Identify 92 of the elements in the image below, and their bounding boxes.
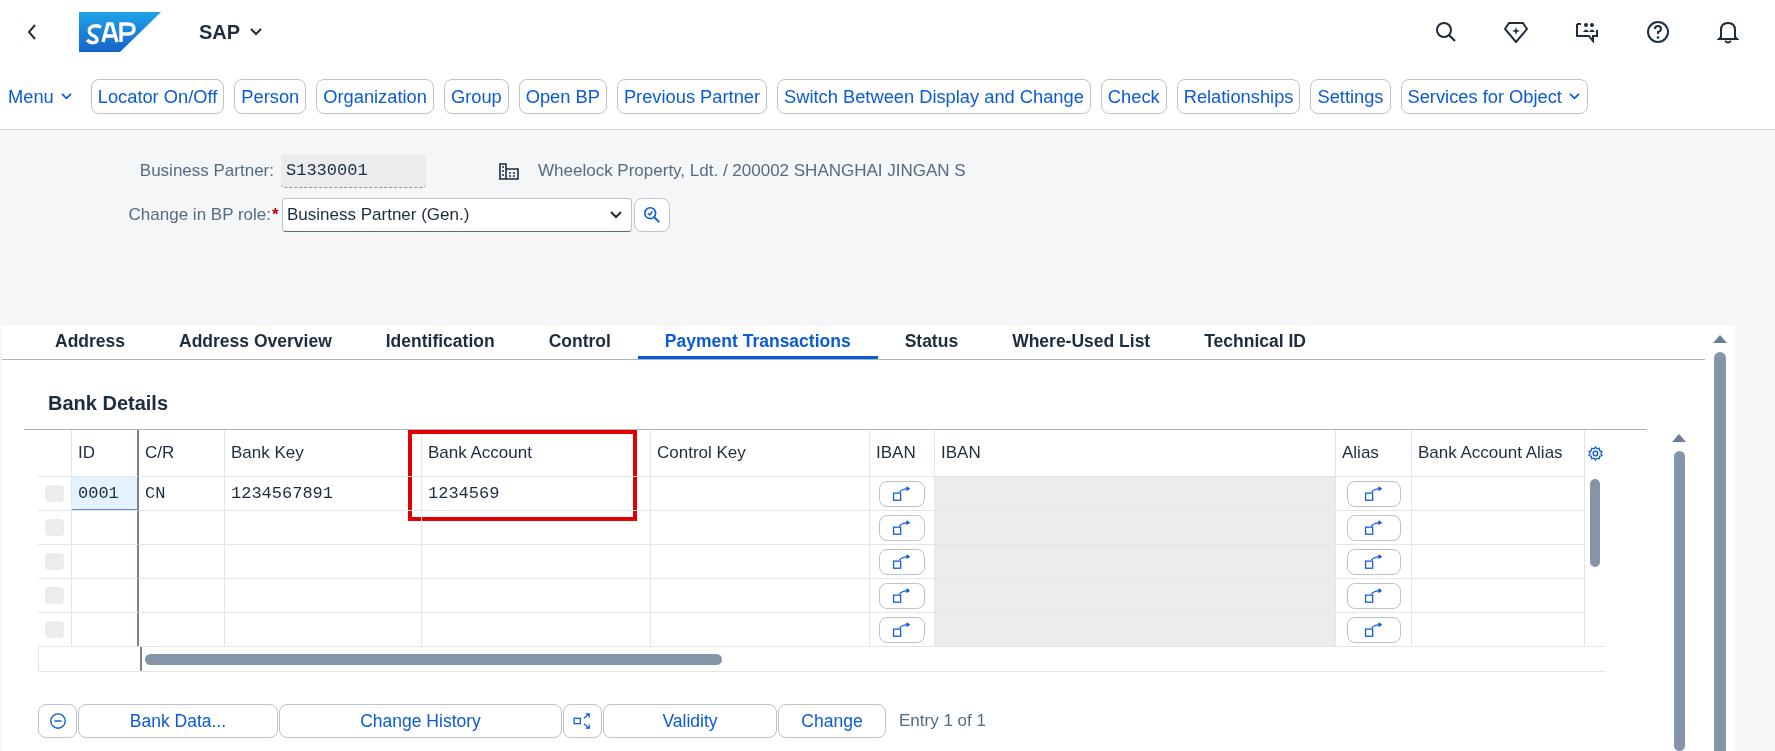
notification-bell-icon[interactable] [1717, 20, 1739, 44]
tab[interactable]: Address [28, 326, 153, 359]
role-dropdown[interactable]: Business Partner (Gen.) [282, 198, 632, 232]
table-cell[interactable] [72, 544, 139, 578]
app-title-menu[interactable]: SAP [199, 20, 264, 44]
expand-icon [572, 713, 593, 729]
tab[interactable]: Payment Transactions [637, 326, 878, 359]
back-icon[interactable] [26, 23, 38, 41]
toolbar-button[interactable]: Relationships [1176, 79, 1301, 114]
toolbar-button[interactable]: Switch Between Display and Change [777, 79, 1091, 114]
chevron-down-icon [609, 210, 623, 220]
navigate-icon [892, 485, 912, 502]
scroll-up-icon[interactable] [1672, 433, 1686, 443]
scrollbar-thumb[interactable] [1714, 352, 1726, 751]
toolbar-button[interactable]: Open BP [518, 79, 607, 114]
chevron-down-icon [1567, 92, 1581, 101]
table-cell: CN [139, 476, 225, 510]
scrollbar-thumb[interactable] [145, 653, 722, 665]
navigate-icon [1363, 519, 1384, 536]
navigate-icon [1363, 485, 1384, 502]
tab[interactable]: Technical ID [1177, 326, 1333, 359]
table-cell[interactable] [72, 612, 139, 646]
tab[interactable]: Where-Used List [985, 326, 1178, 359]
help-icon[interactable] [1646, 20, 1670, 44]
toolbar-button[interactable]: Group [443, 79, 509, 114]
iban-button[interactable] [879, 616, 925, 643]
search-icon[interactable] [1435, 21, 1457, 43]
toolbar-button[interactable]: Organization [316, 79, 434, 114]
footer-button[interactable]: Validity [603, 704, 777, 738]
iban-button[interactable] [879, 548, 925, 575]
tab[interactable]: Identification [358, 326, 522, 359]
scrollbar-thumb[interactable] [1590, 479, 1600, 567]
partner-description: Wheelock Property, Ldt. / 200002 SHANGHAI JINGAN S [538, 161, 966, 181]
table-cell: 1234569 [422, 476, 651, 510]
tab[interactable]: Status [877, 326, 986, 359]
expand-button[interactable] [563, 704, 602, 738]
business-partner-field[interactable]: S1330001 [281, 154, 426, 188]
table-cell[interactable]: 0001 [72, 476, 139, 510]
iban-button[interactable] [879, 582, 925, 609]
required-mark: * [271, 205, 280, 225]
footer-button[interactable]: Bank Data... [78, 704, 278, 738]
field-label: Change in BP role: [127, 205, 271, 225]
search-button[interactable] [634, 198, 670, 232]
alias-button[interactable] [1346, 582, 1401, 609]
search-icon [643, 206, 661, 224]
collapse-button[interactable] [38, 704, 77, 738]
chevron-down-icon [59, 92, 73, 101]
column-header: Bank Account Alias [1412, 430, 1585, 476]
logo-icon[interactable] [79, 12, 161, 52]
navigate-icon [1363, 621, 1384, 638]
alias-button[interactable] [1346, 548, 1401, 575]
diamond-sparkle-icon[interactable] [1504, 21, 1528, 43]
footer-button[interactable]: Change [778, 704, 886, 738]
column-header: C/R [139, 430, 225, 476]
toolbar-button[interactable]: Locator On/Off [90, 79, 225, 114]
navigate-icon [892, 519, 912, 536]
column-header: IBAN [870, 430, 935, 476]
column-header: Bank Key [225, 430, 422, 476]
scroll-up-icon[interactable] [1713, 334, 1727, 344]
table-cell: 1234567891 [225, 476, 422, 510]
iban-button[interactable] [879, 514, 925, 541]
building-icon [498, 162, 520, 180]
column-header: Control Key [651, 430, 870, 476]
people-chat-icon[interactable] [1575, 21, 1599, 43]
toolbar-button[interactable]: Settings [1310, 79, 1391, 114]
table-cell[interactable] [72, 510, 139, 544]
tab[interactable]: Control [521, 326, 638, 359]
navigate-icon [1363, 553, 1384, 570]
menu-button[interactable]: Services for Object [1400, 79, 1588, 114]
entry-count: Entry 1 of 1 [899, 711, 986, 731]
footer-button[interactable]: Change History [279, 704, 562, 738]
field-label: Business Partner: [138, 161, 275, 181]
alias-button[interactable] [1346, 616, 1401, 643]
column-header: Bank Account [422, 430, 651, 476]
alias-button[interactable] [1346, 480, 1401, 507]
navigate-icon [892, 587, 912, 604]
navigate-icon [1363, 587, 1384, 604]
settings-icon[interactable] [1587, 445, 1603, 461]
table-cell[interactable] [72, 578, 139, 612]
iban-button[interactable] [879, 480, 925, 507]
column-header: Alias [1336, 430, 1412, 476]
navigate-icon [892, 553, 912, 570]
tab[interactable]: Address Overview [152, 326, 359, 359]
minus-circle-icon [48, 712, 67, 730]
toolbar-button[interactable]: Check [1100, 79, 1167, 114]
toolbar-button[interactable]: Previous Partner [616, 79, 768, 114]
alias-button[interactable] [1346, 514, 1401, 541]
navigate-icon [892, 621, 912, 638]
toolbar-button[interactable]: Person [234, 79, 307, 114]
section-title: Bank Details [48, 392, 170, 415]
scrollbar-thumb[interactable] [1673, 451, 1685, 751]
chevron-down-icon [249, 27, 264, 37]
